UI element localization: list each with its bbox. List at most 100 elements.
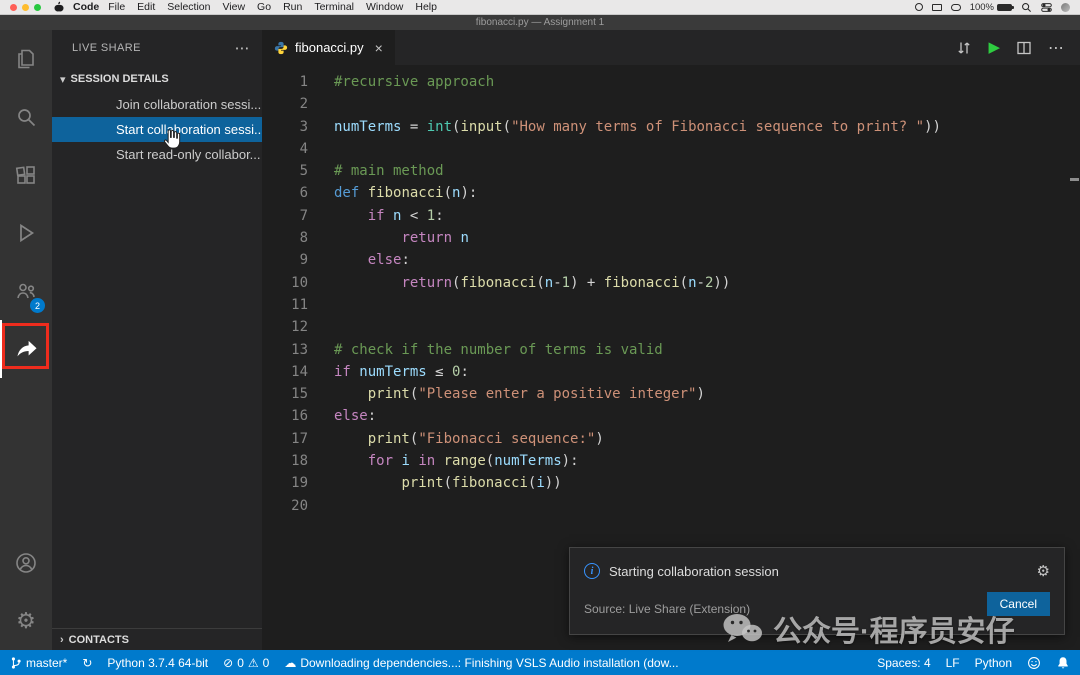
git-branch-indicator[interactable]: master* <box>10 656 67 670</box>
session-details-section-header[interactable]: ▾ SESSION DETAILS <box>52 66 262 92</box>
problems-indicator[interactable]: ⊘ 0 ⚠ 0 <box>223 656 269 670</box>
code-line[interactable]: 4 <box>262 138 1080 160</box>
tab-close-icon[interactable]: × <box>375 40 383 56</box>
traffic-lights <box>10 4 41 11</box>
session-list-item[interactable]: Join collaboration sessi... <box>52 92 262 117</box>
code-line[interactable]: 15 print("Please enter a positive intege… <box>262 383 1080 405</box>
zoom-window-button[interactable] <box>34 4 41 11</box>
code-line[interactable]: 7 if n < 1: <box>262 205 1080 227</box>
menu-items: File Edit Selection View Go Run Terminal Window… <box>108 1 440 13</box>
run-debug-icon[interactable] <box>0 204 52 262</box>
search-icon[interactable] <box>0 88 52 146</box>
menu-view[interactable]: View <box>222 1 245 13</box>
code-line[interactable]: 16else: <box>262 405 1080 427</box>
code-text: print(fibonacci(i)) <box>308 472 562 494</box>
menu-app-name[interactable]: Code <box>73 1 99 13</box>
code-line[interactable]: 18 for i in range(numTerms): <box>262 450 1080 472</box>
code-line[interactable]: 20 <box>262 495 1080 517</box>
notification-source: Source: Live Share (Extension) <box>584 602 750 616</box>
session-list: Join collaboration sessi...Start collabo… <box>52 92 262 167</box>
menu-help[interactable]: Help <box>415 1 437 13</box>
tab-fibonacci-py[interactable]: fibonacci.py × <box>262 30 395 65</box>
more-actions-icon[interactable]: ⋯ <box>1048 38 1064 58</box>
menu-edit[interactable]: Edit <box>137 1 155 13</box>
menu-terminal[interactable]: Terminal <box>314 1 354 13</box>
code-line[interactable]: 11 <box>262 294 1080 316</box>
menu-go[interactable]: Go <box>257 1 271 13</box>
live-share-contacts-icon[interactable]: 2 <box>0 262 52 320</box>
git-branch-icon <box>10 656 22 670</box>
live-share-icon[interactable] <box>0 320 52 378</box>
python-interpreter-indicator[interactable]: Python 3.7.4 64-bit <box>107 656 208 670</box>
minimize-window-button[interactable] <box>22 4 29 11</box>
spaces-indicator[interactable]: Spaces: 4 <box>877 656 930 670</box>
line-number: 12 <box>262 316 308 338</box>
status-bar: master* ↻ Python 3.7.4 64-bit ⊘ 0 ⚠ 0 ☁ … <box>0 650 1080 675</box>
menu-window[interactable]: Window <box>366 1 403 13</box>
live-share-sidebar: LIVE SHARE ⋯ ▾ SESSION DETAILS Join coll… <box>52 30 262 650</box>
control-center-icon[interactable] <box>1041 2 1052 13</box>
code-line[interactable]: 12 <box>262 316 1080 338</box>
contacts-count-badge: 2 <box>30 298 45 313</box>
display-icon[interactable] <box>932 4 942 11</box>
background-task-indicator[interactable]: ☁ Downloading dependencies...: Finishing… <box>284 656 678 670</box>
sidebar-more-actions-icon[interactable]: ⋯ <box>235 39 250 57</box>
menubar-status-icon[interactable] <box>951 4 961 11</box>
window-title: fibonacci.py — Assignment 1 <box>476 17 604 28</box>
explorer-icon[interactable] <box>0 30 52 88</box>
code-text: numTerms = int(input("How many terms of … <box>308 116 941 138</box>
warning-icon: ⚠ <box>248 657 259 669</box>
siri-icon[interactable] <box>1061 3 1070 12</box>
scrollbar-decoration[interactable] <box>1070 178 1079 181</box>
chevron-down-icon: ▾ <box>60 73 66 86</box>
close-window-button[interactable] <box>10 4 17 11</box>
tab-label: fibonacci.py <box>295 40 364 55</box>
line-number: 2 <box>262 93 308 115</box>
code-line[interactable]: 6def fibonacci(n): <box>262 182 1080 204</box>
notification-title: Starting collaboration session <box>609 564 779 579</box>
contacts-label: CONTACTS <box>69 634 129 646</box>
cancel-button[interactable]: Cancel <box>987 592 1050 616</box>
code-line[interactable]: 13# check if the number of terms is vali… <box>262 339 1080 361</box>
split-editor-icon[interactable] <box>1016 40 1032 56</box>
apple-menu-icon[interactable] <box>54 1 64 13</box>
code-line[interactable]: 1#recursive approach <box>262 71 1080 93</box>
session-details-label: SESSION DETAILS <box>71 73 169 85</box>
contacts-section-header[interactable]: › CONTACTS <box>52 628 262 650</box>
session-list-item[interactable]: Start collaboration sessi... <box>52 117 262 142</box>
code-line[interactable]: 17 print("Fibonacci sequence:") <box>262 428 1080 450</box>
account-icon[interactable] <box>0 534 52 592</box>
code-line[interactable]: 8 return n <box>262 227 1080 249</box>
battery-indicator[interactable]: 100% <box>970 2 1012 13</box>
notification-settings-gear-icon[interactable]: ⚙ <box>1037 562 1050 580</box>
eol-indicator[interactable]: LF <box>946 656 960 670</box>
menubar-status-icon[interactable] <box>915 3 923 11</box>
code-line[interactable]: 10 return(fibonacci(n-1) + fibonacci(n-2… <box>262 272 1080 294</box>
run-python-file-icon[interactable]: ▶ <box>988 40 1000 55</box>
session-list-item[interactable]: Start read-only collabor... <box>52 142 262 167</box>
menu-run[interactable]: Run <box>283 1 302 13</box>
info-icon: i <box>584 563 600 579</box>
notification-toast: i Starting collaboration session ⚙ Sourc… <box>569 547 1065 635</box>
cloud-download-icon: ☁ <box>284 657 296 669</box>
code-line[interactable]: 14if numTerms ≤ 0: <box>262 361 1080 383</box>
menu-selection[interactable]: Selection <box>167 1 210 13</box>
sync-icon[interactable]: ↻ <box>82 657 92 669</box>
line-number: 14 <box>262 361 308 383</box>
compare-changes-icon[interactable] <box>956 40 972 56</box>
code-line[interactable]: 5# main method <box>262 160 1080 182</box>
line-number: 18 <box>262 450 308 472</box>
settings-gear-icon[interactable]: ⚙ <box>0 592 52 650</box>
code-line[interactable]: 9 else: <box>262 249 1080 271</box>
code-line[interactable]: 2 <box>262 93 1080 115</box>
code-line[interactable]: 19 print(fibonacci(i)) <box>262 472 1080 494</box>
chevron-right-icon: › <box>60 634 64 646</box>
code-line[interactable]: 3numTerms = int(input("How many terms of… <box>262 116 1080 138</box>
language-indicator[interactable]: Python <box>975 656 1012 670</box>
extensions-icon[interactable] <box>0 146 52 204</box>
spotlight-search-icon[interactable] <box>1021 2 1032 13</box>
notifications-bell-icon[interactable] <box>1056 656 1070 670</box>
feedback-smiley-icon[interactable] <box>1027 656 1041 670</box>
line-number: 7 <box>262 205 308 227</box>
menu-file[interactable]: File <box>108 1 125 13</box>
